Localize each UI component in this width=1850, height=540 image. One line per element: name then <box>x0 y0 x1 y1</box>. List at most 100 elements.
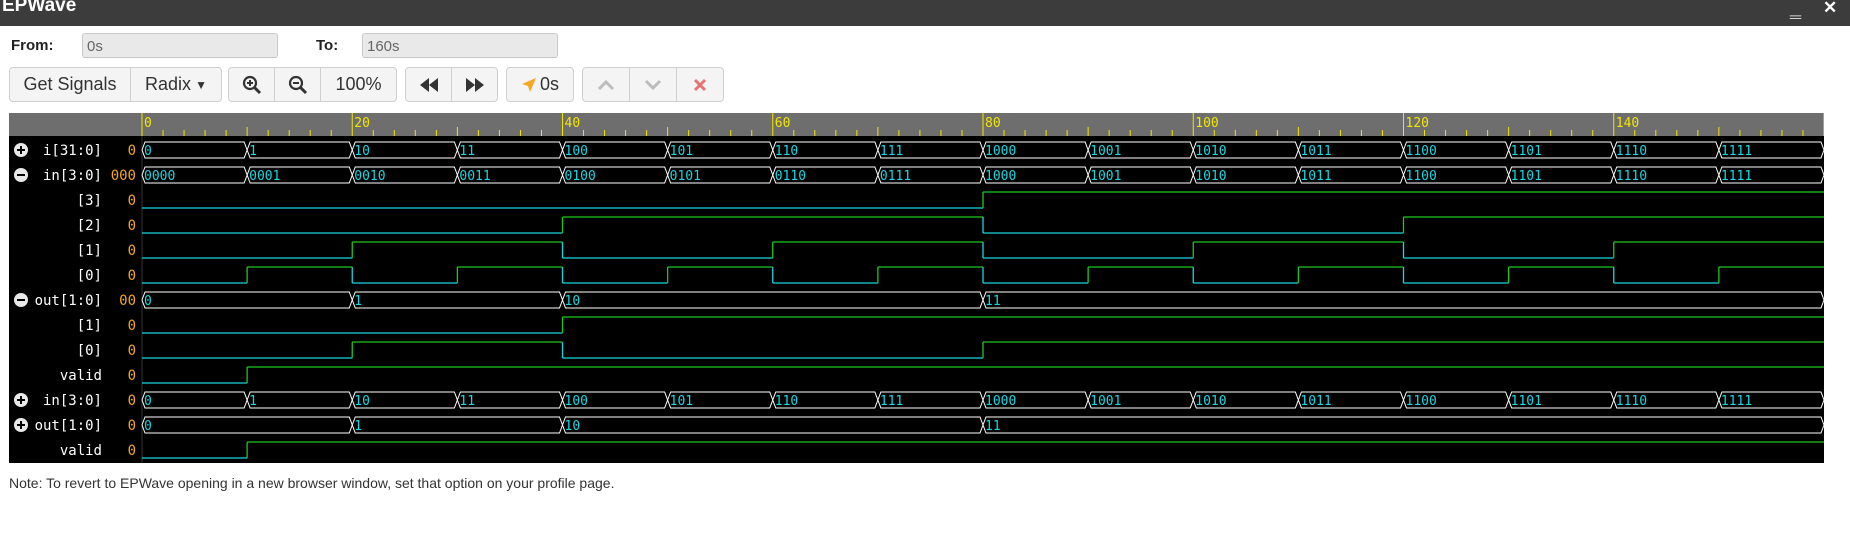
bus-value: 1011 <box>1300 394 1331 409</box>
rewind-button[interactable] <box>405 67 452 102</box>
zoom-in-icon <box>242 75 261 94</box>
bus-value: 1001 <box>1090 169 1121 184</box>
bus-value: 0 <box>144 144 152 159</box>
bus-value: 11 <box>459 144 475 159</box>
signal-name[interactable]: i[31:0] <box>43 143 102 159</box>
bus-segment <box>982 416 1825 434</box>
bus-value: 0 <box>144 419 152 434</box>
signal-name[interactable]: out[1:0] <box>35 418 102 434</box>
signal-value: 0 <box>128 443 136 459</box>
bus-value: 1000 <box>985 169 1016 184</box>
bus-value: 1010 <box>1195 144 1226 159</box>
waveform-panel[interactable]: 0 20 40 60 80 100 120 140 i[31:0] 0 0 1 10 11 100 101 11… <box>9 113 1825 463</box>
ruler-header <box>9 113 142 136</box>
signal-name[interactable]: valid <box>60 443 102 459</box>
cursor-time: 0s <box>539 74 559 94</box>
signal-value: 0 <box>128 218 136 234</box>
minimize-icon[interactable]: ‗ <box>1790 0 1801 20</box>
bus-value: 1 <box>249 144 257 159</box>
signal-value: 0 <box>128 368 136 384</box>
close-icon[interactable]: ✕ <box>1823 0 1837 18</box>
signal-name[interactable]: [1] <box>77 318 102 334</box>
signal-name[interactable]: [1] <box>77 243 102 259</box>
bus-value: 10 <box>354 144 370 159</box>
bus-value: 100 <box>565 144 588 159</box>
bus-value: 0010 <box>354 169 385 184</box>
ruler-label: 40 <box>565 116 581 131</box>
signal-name[interactable]: [3] <box>77 193 102 209</box>
bus-value: 0111 <box>880 169 911 184</box>
radix-button[interactable]: Radix ▼ <box>130 67 222 102</box>
cursor-arrow-icon <box>521 77 536 92</box>
bus-value: 1001 <box>1090 144 1121 159</box>
cursor-time-button[interactable]: 0s <box>506 67 574 102</box>
signal-value: 0 <box>128 268 136 284</box>
signal-name[interactable]: out[1:0] <box>35 293 102 309</box>
bus-segment <box>141 391 248 409</box>
bus-value: 1011 <box>1300 169 1331 184</box>
signal-name[interactable]: valid <box>60 368 102 384</box>
caret-down-icon: ▼ <box>195 77 207 92</box>
bus-value: 1000 <box>985 144 1016 159</box>
to-label: To: <box>316 37 339 54</box>
bus-value: 1110 <box>1616 144 1647 159</box>
previous-edge-button[interactable] <box>582 67 630 102</box>
bus-value: 110 <box>775 394 798 409</box>
bus-value: 0011 <box>459 169 490 184</box>
window-title: EPWave <box>2 0 77 16</box>
ruler-label: 60 <box>775 116 791 131</box>
bus-value: 11 <box>985 419 1001 434</box>
bus-value: 1 <box>354 294 362 309</box>
bus-value: 1100 <box>1406 169 1437 184</box>
signal-name[interactable]: [2] <box>77 218 102 234</box>
bus-segment <box>982 291 1825 309</box>
from-field[interactable]: 0s <box>82 33 278 58</box>
signal-name[interactable]: [0] <box>77 343 102 359</box>
zoom-level-button[interactable]: 100% <box>320 67 397 102</box>
bus-value: 1001 <box>1090 394 1121 409</box>
get-signals-button[interactable]: Get Signals <box>9 67 131 102</box>
bus-value: 111 <box>880 394 903 409</box>
bus-value: 10 <box>565 294 581 309</box>
bus-value: 1 <box>249 394 257 409</box>
waveform-canvas[interactable]: 0 20 40 60 80 100 120 140i[31:0] 0 0 1 10 11 100 101 11… <box>9 113 1825 463</box>
from-label: From: <box>11 37 54 54</box>
zoom-out-button[interactable] <box>274 67 321 102</box>
title-bar: EPWave ‗ ✕ <box>0 0 1850 26</box>
fast-forward-button[interactable] <box>451 67 498 102</box>
note-text: Note: To revert to EPWave opening in a n… <box>9 475 615 491</box>
zoom-out-icon <box>288 75 307 94</box>
bus-value: 101 <box>670 144 693 159</box>
bus-value: 1011 <box>1300 144 1331 159</box>
bus-segment <box>351 416 564 434</box>
ruler-label: 100 <box>1195 116 1218 131</box>
bus-value: 0 <box>144 294 152 309</box>
zoom-in-button[interactable] <box>228 67 275 102</box>
remove-icon <box>693 78 707 91</box>
bus-value: 1101 <box>1511 394 1542 409</box>
to-field[interactable]: 160s <box>362 33 558 58</box>
next-edge-button[interactable] <box>629 67 677 102</box>
bus-value: 0 <box>144 394 152 409</box>
bus-value: 1010 <box>1195 394 1226 409</box>
signal-name[interactable]: in[3:0] <box>43 168 102 184</box>
bus-segment <box>246 141 353 159</box>
bus-value: 10 <box>565 419 581 434</box>
bus-segment <box>561 416 984 434</box>
remove-button[interactable] <box>676 67 724 102</box>
fast-forward-icon <box>465 77 484 92</box>
bus-value: 0100 <box>565 169 596 184</box>
bus-value: 1101 <box>1511 144 1542 159</box>
signal-name[interactable]: in[3:0] <box>43 393 102 409</box>
ruler-label: 140 <box>1616 116 1639 131</box>
signal-value: 0 <box>128 393 136 409</box>
bus-segment <box>246 391 353 409</box>
ruler-label: 80 <box>985 116 1001 131</box>
signal-value: 0 <box>128 343 136 359</box>
bus-value: 111 <box>880 144 903 159</box>
bus-value: 11 <box>459 394 475 409</box>
signal-value: 000 <box>111 168 136 184</box>
signal-name[interactable]: [0] <box>77 268 102 284</box>
ruler-label: 0 <box>144 116 152 131</box>
signal-value: 0 <box>128 143 136 159</box>
